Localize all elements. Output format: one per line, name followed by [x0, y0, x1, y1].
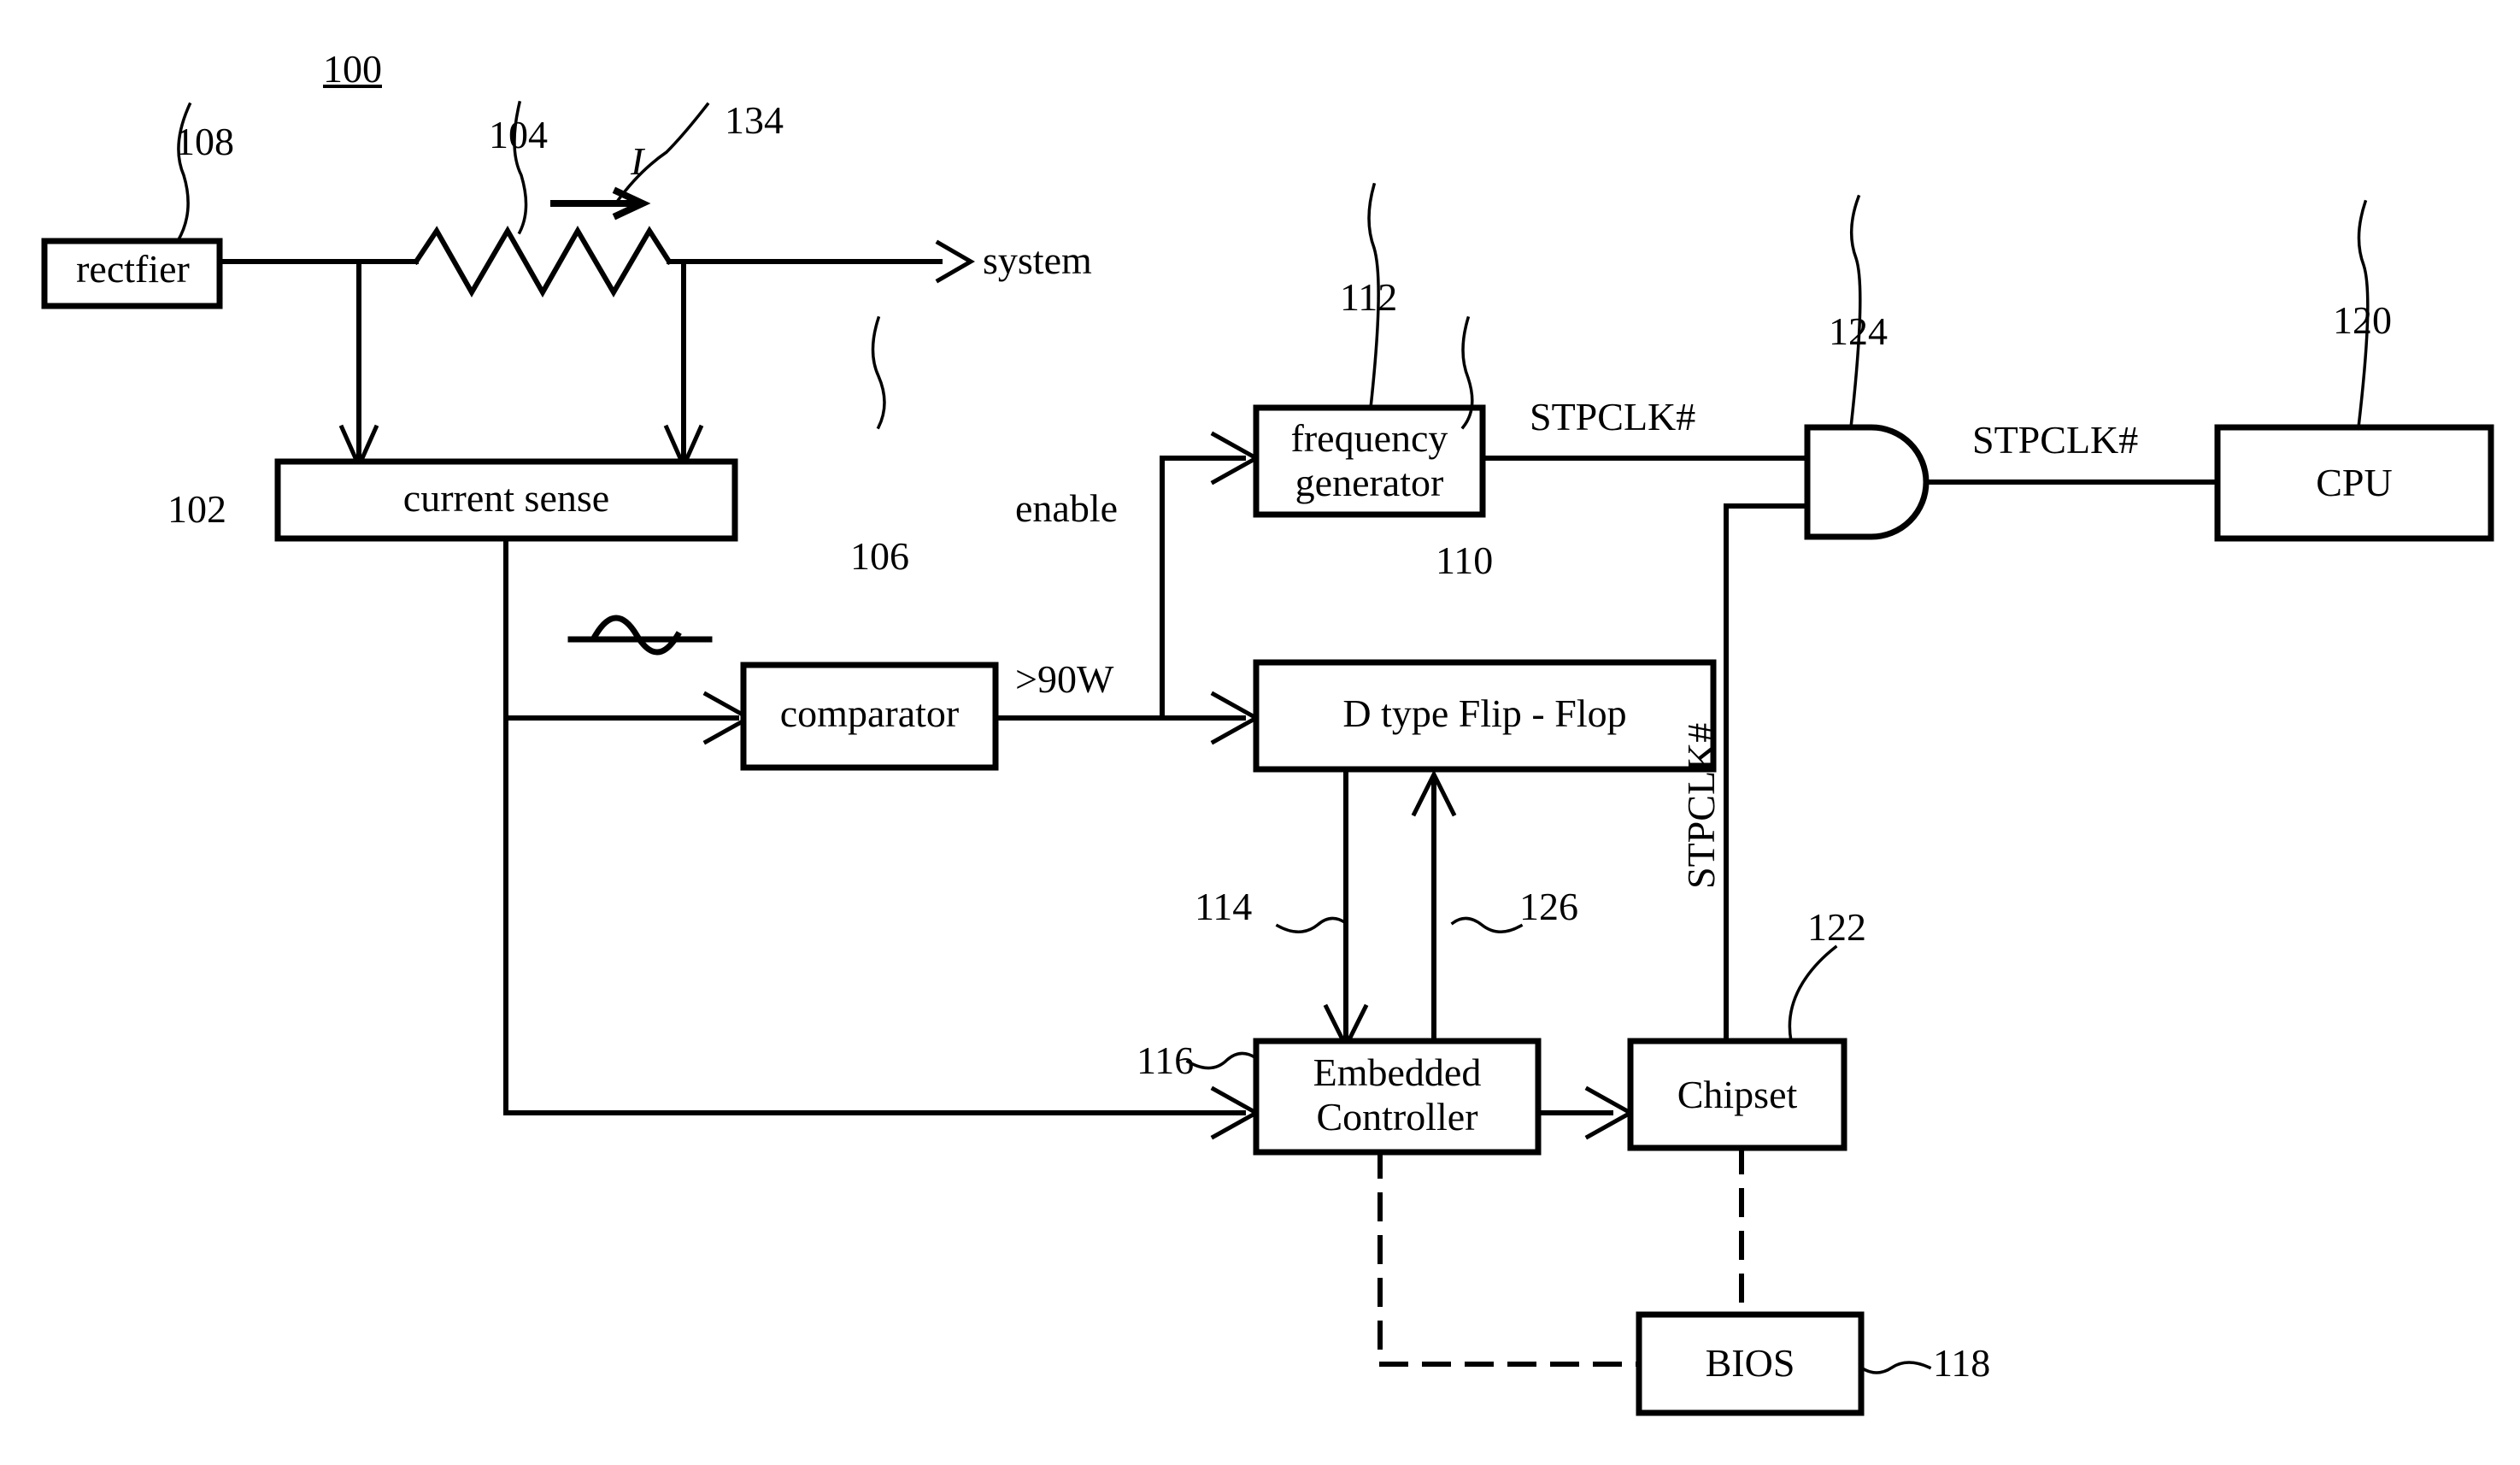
- leader-116: [1185, 1051, 1259, 1070]
- sine-wave-icon: [591, 615, 682, 656]
- ref-120: 120: [2333, 298, 2392, 342]
- embedded-controller-label-line2: Controller: [1316, 1095, 1478, 1138]
- ref-134: 134: [725, 98, 784, 142]
- frequency-generator-label-line1: frequency: [1290, 416, 1448, 460]
- ref-104: 104: [489, 113, 548, 156]
- ref-124: 124: [1829, 309, 1888, 353]
- leader-114: [1275, 916, 1348, 933]
- current-sense-label: current sense: [402, 476, 610, 520]
- system-arrow-head: [935, 239, 975, 284]
- cpu-label: CPU: [2316, 461, 2393, 504]
- ref-106: 106: [850, 534, 909, 578]
- leader-118: [1859, 1361, 1932, 1374]
- and-gate-icon: [1804, 424, 1930, 540]
- bios-label: BIOS: [1705, 1341, 1795, 1385]
- rectfier-label: rectfier: [76, 247, 190, 291]
- ref-118: 118: [1933, 1341, 1991, 1385]
- ref-112: 112: [1340, 275, 1398, 319]
- embedded-controller-label-line1: Embedded: [1313, 1050, 1482, 1094]
- wire-ec-to-bios-dashed: [1377, 1150, 1642, 1367]
- ref-122: 122: [1807, 905, 1866, 949]
- wire-chipset-stpclk-up: [1724, 503, 1810, 1044]
- dff-label: D type Flip - Flop: [1342, 691, 1627, 735]
- comparator-label: comparator: [779, 691, 960, 735]
- resistor-zigzag-icon: [412, 225, 673, 298]
- leader-122: [1788, 944, 1838, 1044]
- ref-108: 108: [175, 120, 234, 163]
- ref-110: 110: [1436, 538, 1494, 582]
- stpclk-cpu-label: STPCLK#: [1972, 418, 2139, 462]
- wire-enable-up: [1160, 456, 1246, 721]
- chipset-label: Chipset: [1677, 1073, 1798, 1116]
- leader-126: [1450, 916, 1524, 933]
- system-output-label: system: [983, 238, 1092, 282]
- threshold-label: >90W: [1015, 657, 1114, 701]
- current-symbol-label: I: [631, 139, 644, 183]
- ref-126: 126: [1519, 885, 1578, 928]
- wire-sense-to-ec: [503, 715, 1246, 1115]
- ref-116: 116: [1137, 1038, 1195, 1082]
- leader-106: [871, 315, 886, 430]
- ref-114: 114: [1195, 885, 1253, 928]
- stpclk-vertical-label: STPCLK#: [1679, 722, 1723, 889]
- figure-number: 100: [323, 47, 382, 91]
- patent-figure-canvas: 100 108 104 134 102 106 112 110 124 120 …: [0, 0, 2520, 1465]
- enable-label: enable: [1015, 486, 1119, 530]
- stpclk-gate-input-label: STPCLK#: [1530, 395, 1696, 438]
- frequency-generator-label-line2: generator: [1295, 461, 1444, 504]
- ref-102: 102: [167, 487, 226, 531]
